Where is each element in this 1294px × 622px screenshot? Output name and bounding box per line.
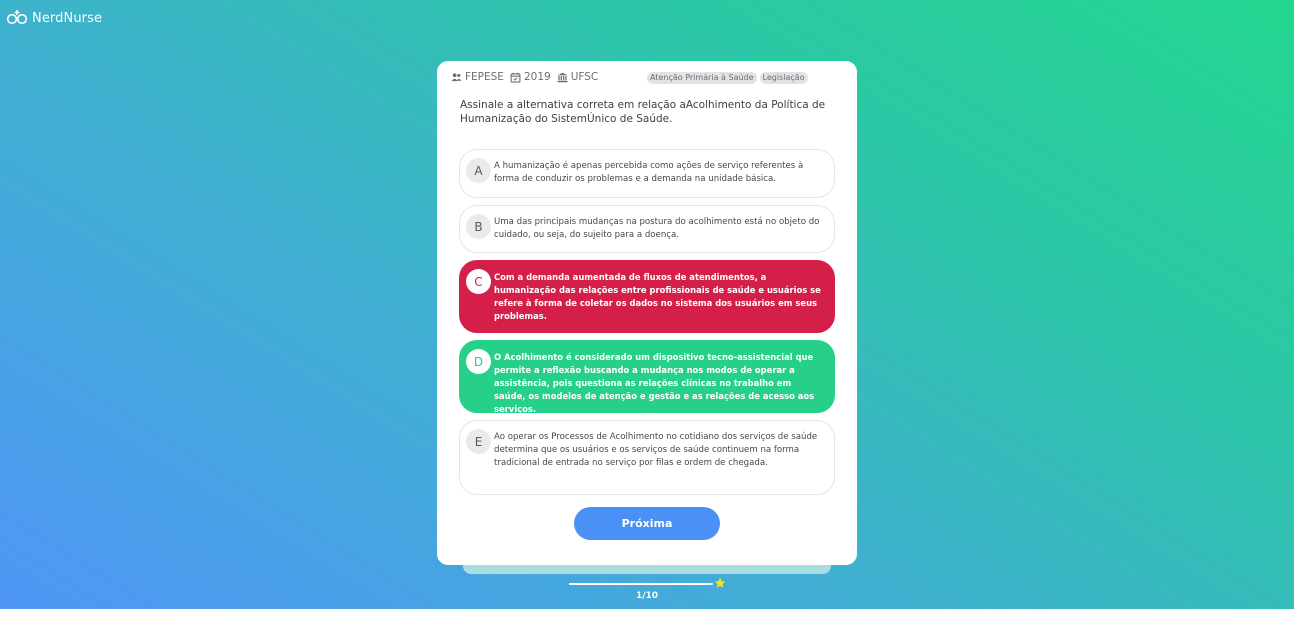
subject-tags: Atenção Primária à Saúde Legislação <box>647 72 808 84</box>
option-letter: C <box>466 269 491 294</box>
meta-board-label: FEPESE <box>465 71 504 83</box>
app-logo[interactable]: NerdNurse <box>6 8 102 28</box>
meta-board: FEPESE <box>451 71 504 83</box>
institution-icon <box>557 72 568 82</box>
option-letter: A <box>466 158 491 183</box>
question-card: FEPESE 2019 UFSC Atenção Primária à Saúd… <box>437 61 857 565</box>
option-letter: D <box>466 349 491 374</box>
subject-tag[interactable]: Atenção Primária à Saúde <box>647 72 757 84</box>
meta-institution: UFSC <box>557 71 599 83</box>
option-d[interactable]: D O Acolhimento é considerado um disposi… <box>459 340 835 414</box>
option-b[interactable]: B Uma das principais mudanças na postura… <box>459 205 835 253</box>
question-meta: FEPESE 2019 UFSC <box>451 71 604 83</box>
option-text: A humanização é apenas percebida como aç… <box>494 161 804 184</box>
meta-year-label: 2019 <box>523 71 551 83</box>
option-e[interactable]: E Ao operar os Processos de Acolhimento … <box>459 420 835 495</box>
nerdnurse-logo-icon <box>6 10 28 25</box>
users-icon <box>451 72 462 81</box>
option-a[interactable]: A A humanização é apenas percebida como … <box>459 149 835 198</box>
progress-bar <box>569 583 713 585</box>
calendar-icon <box>510 72 521 83</box>
next-button[interactable]: Próxima <box>574 507 720 540</box>
option-text: Com a demanda aumentada de fluxos de ate… <box>494 272 821 321</box>
option-c[interactable]: C Com a demanda aumentada de fluxos de a… <box>459 260 835 333</box>
option-text: Ao operar os Processos de Acolhimento no… <box>494 432 818 468</box>
option-letter: B <box>466 214 491 239</box>
progress-counter: 1/10 <box>635 591 659 601</box>
question-statement: Assinale a alternativa correta em relaçã… <box>460 99 826 125</box>
meta-institution-label: UFSC <box>570 71 599 83</box>
subject-tag[interactable]: Legislação <box>759 72 808 84</box>
option-text: Uma das principais mudanças na postura d… <box>494 217 820 240</box>
app-name: NerdNurse <box>32 10 103 26</box>
meta-year: 2019 <box>510 71 551 83</box>
option-text: O Acolhimento é considerado um dispositi… <box>494 352 815 414</box>
option-letter: E <box>466 429 491 454</box>
star-icon <box>714 577 726 588</box>
